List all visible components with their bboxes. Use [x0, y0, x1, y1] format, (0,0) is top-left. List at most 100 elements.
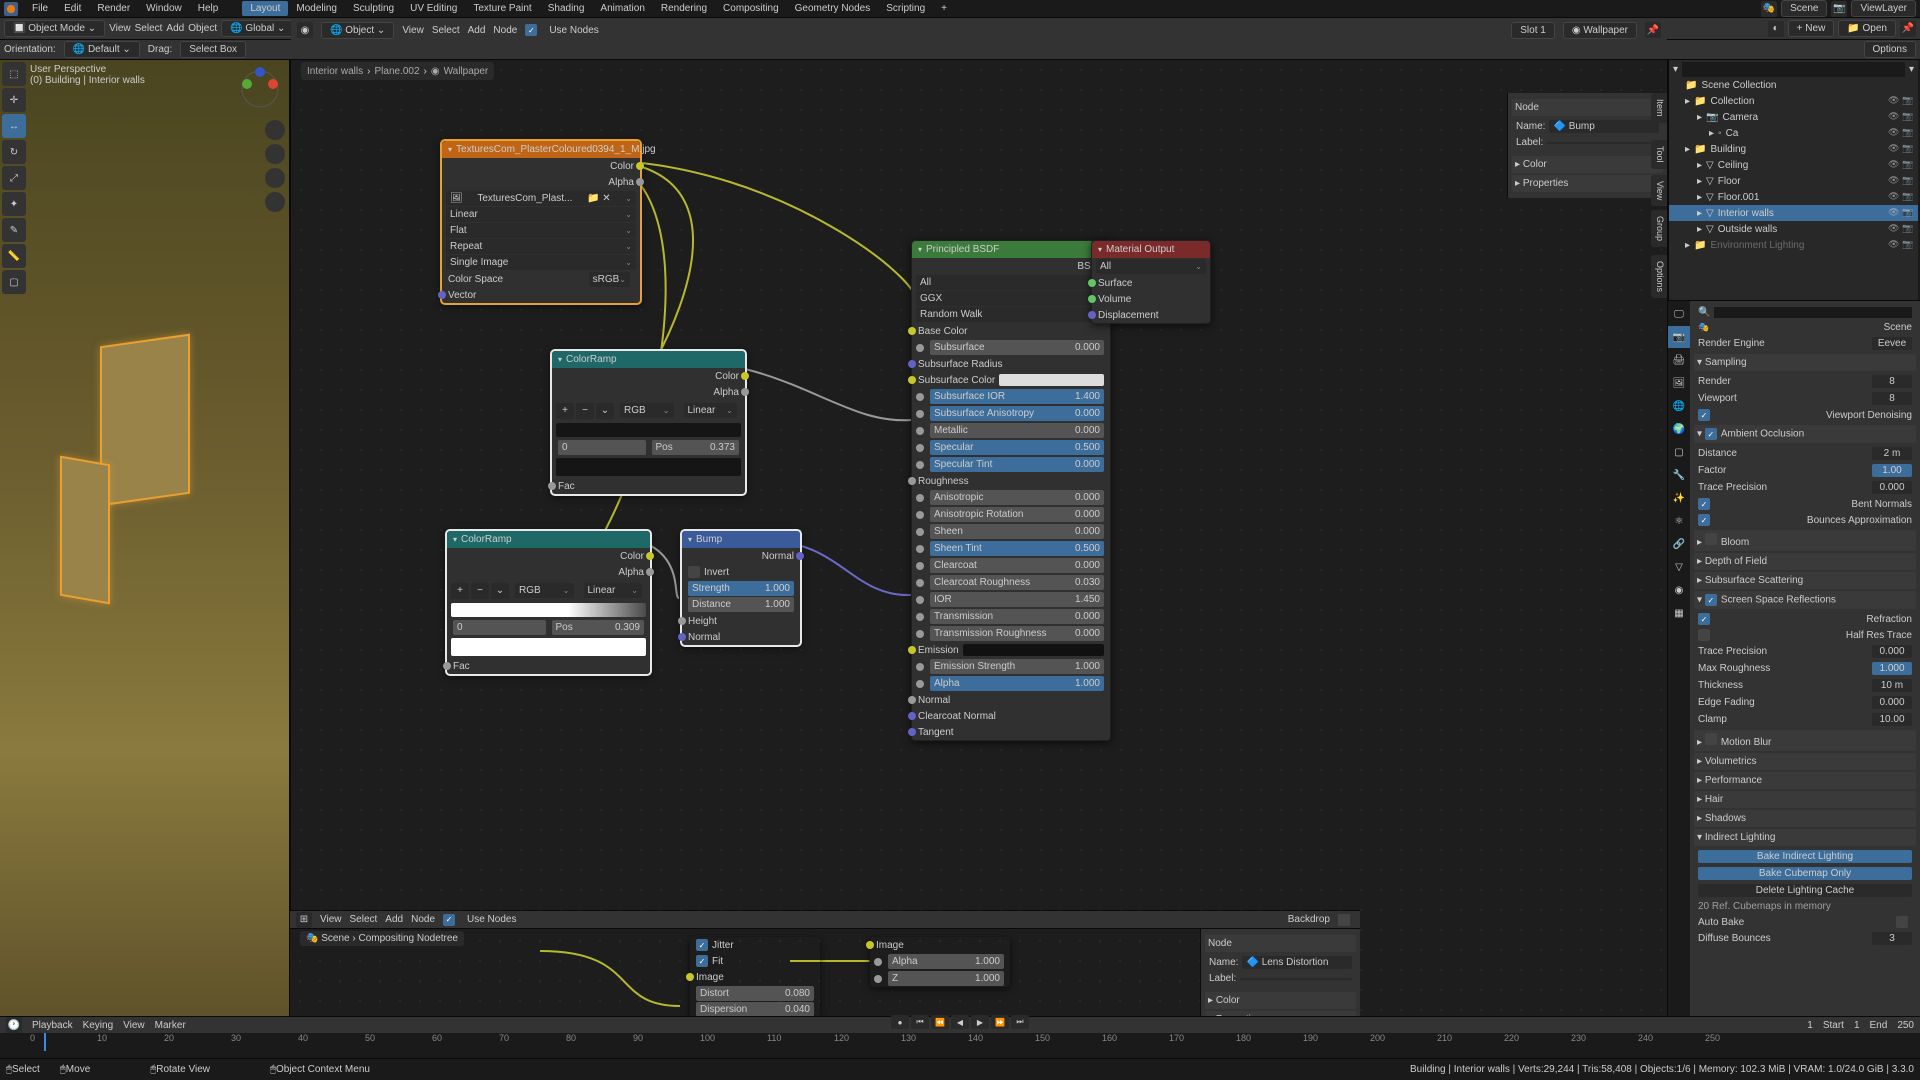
- bake-indirect-button[interactable]: Bake Indirect Lighting: [1698, 850, 1912, 863]
- ramp-add[interactable]: +: [556, 403, 574, 419]
- node-lens-distortion[interactable]: Jitter Fit Image Distort0.080 Dispersion…: [690, 937, 820, 1018]
- principled-anisotropic-rotation[interactable]: Anisotropic Rotation0.000: [912, 506, 1110, 523]
- outliner-item[interactable]: ▸ ▽ Interior walls👁📷: [1669, 205, 1918, 221]
- ramp-color-2[interactable]: [451, 638, 646, 656]
- shader-type[interactable]: 🌐 Object ⌄: [321, 22, 394, 39]
- node-principled-bsdf[interactable]: Principled BSDF BSDF All GGX Random Walk…: [911, 240, 1111, 741]
- ramp-gradient[interactable]: [556, 423, 741, 437]
- principled-emission-strength[interactable]: Emission Strength1.000: [912, 658, 1110, 675]
- persp-icon[interactable]: [265, 192, 285, 212]
- shader-node-editor[interactable]: ◉ 🌐 Object ⌄ View Select Add Node Use No…: [290, 60, 1668, 1050]
- menu-file[interactable]: File: [24, 1, 56, 16]
- outliner-item[interactable]: ▸ ▽ Floor👁📷: [1669, 173, 1918, 189]
- node-composite[interactable]: Image Alpha1.000 Z1.000: [870, 937, 1010, 987]
- workspace-rendering[interactable]: Rendering: [653, 1, 715, 16]
- outliner-item[interactable]: ▸ ◦ Ca👁📷: [1669, 125, 1918, 141]
- open-btn[interactable]: 📁 Open: [1838, 20, 1896, 37]
- menu-render[interactable]: Render: [89, 1, 138, 16]
- tool-transform[interactable]: ✦: [2, 192, 26, 216]
- tab-particles[interactable]: ✨: [1668, 487, 1690, 509]
- orientation-dropdown[interactable]: 🌐 Global ⌄: [221, 20, 294, 37]
- mode-dropdown[interactable]: 🔲 Object Mode ⌄: [4, 20, 105, 37]
- hdr-select[interactable]: Select: [135, 23, 163, 34]
- zoom-icon[interactable]: [265, 120, 285, 140]
- ramp-menu[interactable]: ⌄: [596, 403, 614, 419]
- principled-ior[interactable]: IOR1.450: [912, 591, 1110, 608]
- tab-constraints[interactable]: 🔗: [1668, 533, 1690, 555]
- ramp-del[interactable]: −: [576, 403, 594, 419]
- menu-help[interactable]: Help: [190, 1, 227, 16]
- tool-cursor[interactable]: ✛: [2, 88, 26, 112]
- extension-dropdown[interactable]: Repeat: [446, 239, 636, 254]
- play-rev-icon[interactable]: ◀: [951, 1015, 969, 1029]
- outliner-item[interactable]: ▸ 📷 Camera👁📷: [1669, 109, 1918, 125]
- hdr-add[interactable]: Add: [166, 23, 184, 34]
- principled-subsurface[interactable]: Subsurface0.000: [912, 339, 1110, 356]
- ne-select[interactable]: Select: [432, 25, 460, 36]
- pan-icon[interactable]: [265, 144, 285, 164]
- workspace-shading[interactable]: Shading: [540, 1, 593, 16]
- play-icon[interactable]: ▶: [971, 1015, 989, 1029]
- editor-type-icon[interactable]: ◉: [297, 22, 313, 38]
- hdr-view[interactable]: View: [109, 23, 131, 34]
- tab-texture[interactable]: ▦: [1668, 602, 1690, 624]
- tab-viewlayer[interactable]: 🖼: [1668, 372, 1690, 394]
- menu-window[interactable]: Window: [138, 1, 190, 16]
- material-dropdown[interactable]: ◉ Wallpaper: [1563, 22, 1637, 39]
- workspace-layout[interactable]: Layout: [242, 1, 288, 16]
- autokey-icon[interactable]: ●: [891, 1015, 909, 1029]
- node-image-texture[interactable]: TexturesCom_PlasterColoured0394_1_M.jpg …: [441, 140, 641, 304]
- source-dropdown[interactable]: Single Image: [446, 255, 636, 270]
- outliner-item[interactable]: ▸ 📁 Collection👁📷: [1669, 93, 1918, 109]
- node-breadcrumb[interactable]: Interior walls › Plane.002 › ◉ Wallpaper: [301, 62, 494, 80]
- use-nodes-checkbox[interactable]: [525, 24, 537, 36]
- tab-output[interactable]: 🖨: [1668, 349, 1690, 371]
- tool-scale[interactable]: ⤢: [2, 166, 26, 190]
- workspace-uv[interactable]: UV Editing: [402, 1, 465, 16]
- timeline[interactable]: 🕐 Playback Keying View Marker ● ⏮ ⏪ ◀ ▶ …: [0, 1016, 1920, 1050]
- tool-rotate[interactable]: ↻: [2, 140, 26, 164]
- node-name-input[interactable]: 🔷 Bump: [1549, 120, 1659, 133]
- workspace-scripting[interactable]: Scripting: [878, 1, 933, 16]
- principled-transmission[interactable]: Transmission0.000: [912, 608, 1110, 625]
- tool-move[interactable]: ↔: [2, 114, 26, 138]
- sidebar-tab-tool[interactable]: Tool: [1651, 140, 1667, 169]
- properties-panel[interactable]: 🔍 🎭 Scene Render EngineEevee ▾ Sampling …: [1690, 301, 1920, 1050]
- strength-slider[interactable]: Strength1.000: [688, 581, 794, 596]
- outliner-filter-icon[interactable]: ▾: [1673, 64, 1678, 75]
- tool-select[interactable]: ⬚: [2, 62, 26, 86]
- outliner-item[interactable]: ▸ ▽ Floor.001👁📷: [1669, 189, 1918, 205]
- viewlayer-name[interactable]: ViewLayer: [1851, 0, 1916, 17]
- node-colorramp-1[interactable]: ColorRamp Color Alpha +−⌄RGBLinear 0Pos0…: [551, 350, 746, 495]
- principled-transmission-roughness[interactable]: Transmission Roughness0.000: [912, 625, 1110, 642]
- ramp-color[interactable]: [556, 458, 741, 476]
- node-label-input[interactable]: [1547, 142, 1659, 144]
- workspace-add[interactable]: +: [933, 1, 955, 16]
- principled-clearcoat-roughness[interactable]: Clearcoat Roughness0.030: [912, 574, 1110, 591]
- tool-addcube[interactable]: ▢: [2, 270, 26, 294]
- outliner-item[interactable]: ▸ 📁 Building👁📷: [1669, 141, 1918, 157]
- interp-dropdown[interactable]: Linear: [446, 207, 636, 222]
- jump-start-icon[interactable]: ⏮: [911, 1015, 929, 1029]
- sidebar-tab-item[interactable]: Item: [1651, 93, 1667, 123]
- key-next-icon[interactable]: ⏩: [991, 1015, 1009, 1029]
- tab-object[interactable]: ▢: [1668, 441, 1690, 463]
- principled-metallic[interactable]: Metallic0.000: [912, 422, 1110, 439]
- tab-material[interactable]: ◉: [1668, 579, 1690, 601]
- scene-name[interactable]: Scene: [1781, 0, 1827, 17]
- node-colorramp-2[interactable]: ColorRamp Color Alpha +−⌄RGBLinear 0Pos0…: [446, 530, 651, 675]
- outliner-item[interactable]: ▸ ▽ Outside walls👁📷: [1669, 221, 1918, 237]
- key-prev-icon[interactable]: ⏪: [931, 1015, 949, 1029]
- workspace-modeling[interactable]: Modeling: [288, 1, 345, 16]
- workspace-animation[interactable]: Animation: [592, 1, 652, 16]
- workspace-compositing[interactable]: Compositing: [715, 1, 787, 16]
- principled-specular[interactable]: Specular0.500: [912, 439, 1110, 456]
- principled-subsurface-ior[interactable]: Subsurface IOR1.400: [912, 388, 1110, 405]
- outliner-search[interactable]: [1682, 62, 1905, 77]
- invert-checkbox[interactable]: [688, 566, 700, 578]
- projection-dropdown[interactable]: Flat: [446, 223, 636, 238]
- tab-scene[interactable]: 🌐: [1668, 395, 1690, 417]
- ramp-gradient-2[interactable]: [451, 603, 646, 617]
- playhead[interactable]: [44, 1033, 46, 1051]
- outliner-item[interactable]: ▸ ▽ Ceiling👁📷: [1669, 157, 1918, 173]
